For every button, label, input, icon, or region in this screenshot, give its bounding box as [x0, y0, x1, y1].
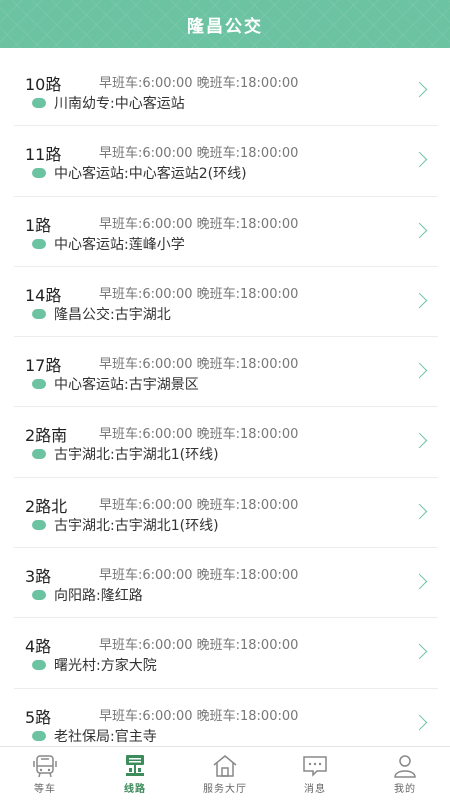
route-item-5[interactable]: 5路 早班车:6:00:00 晚班车:18:00:00 老社保局:官主寺 [14, 689, 438, 746]
route-stops-label: 中心客运站:莲峰小学 [54, 236, 185, 253]
route-stops-label: 中心客运站:中心客运站2(环线) [54, 166, 247, 183]
route-dot-icon [32, 519, 46, 530]
route-item-4[interactable]: 4路 早班车:6:00:00 晚班车:18:00:00 曙光村:方家大院 [14, 618, 438, 689]
tab-label: 等车 [34, 784, 56, 795]
tab-label: 我的 [394, 784, 416, 795]
route-dot-icon [32, 238, 46, 249]
route-name: 4路 [25, 637, 52, 657]
route-dot-icon [32, 98, 46, 108]
route-item-17[interactable]: 17路 早班车:6:00:00 晚班车:18:00:00 中心客运站:古宇湖景区 [14, 337, 438, 408]
chevron-right-icon [411, 292, 428, 309]
route-times: 早班车:6:00:00 晚班车:18:00:00 [99, 497, 299, 513]
tab-messages[interactable]: 消息 [270, 747, 360, 801]
route-stops-label: 古宇湖北:古宇湖北1(环线) [54, 517, 219, 534]
route-dot-icon [32, 308, 46, 319]
route-dot-icon [32, 379, 46, 390]
route-stops: 曙光村:方家大院 [32, 655, 157, 675]
route-item-1[interactable]: 1路 早班车:6:00:00 晚班车:18:00:00 中心客运站:莲峰小学 [14, 197, 438, 267]
route-stops: 隆昌公交:古宇湖北 [32, 304, 171, 324]
route-times: 早班车:6:00:00 晚班车:18:00:00 [99, 216, 299, 232]
route-times: 早班车:6:00:00 晚班车:18:00:00 [99, 427, 299, 443]
route-times: 早班车:6:00:00 晚班车:18:00:00 [99, 568, 299, 584]
route-stops-label: 向阳路:隆红路 [54, 588, 143, 605]
route-times: 早班车:6:00:00 晚班车:18:00:00 [99, 76, 299, 91]
route-times: 早班车:6:00:00 晚班车:18:00:00 [99, 146, 299, 162]
bottom-tab-bar: 等车 线路 服务大厅 消息 我的 [0, 746, 450, 801]
route-name: 1路 [25, 215, 52, 235]
route-stops: 川南幼专:中心客运站 [32, 93, 185, 113]
route-dot-icon [32, 449, 46, 460]
route-name: 5路 [25, 707, 52, 727]
route-stops-label: 曙光村:方家大院 [54, 658, 157, 675]
tab-routes[interactable]: 线路 [90, 747, 180, 801]
route-stops-label: 川南幼专:中心客运站 [54, 96, 185, 112]
message-icon [303, 756, 327, 777]
route-stops-label: 中心客运站:古宇湖景区 [54, 377, 199, 394]
route-name: 17路 [25, 356, 62, 376]
route-stops: 中心客运站:古宇湖景区 [32, 374, 199, 394]
home-icon [213, 755, 237, 777]
route-dot-icon [32, 660, 46, 671]
chevron-right-icon [411, 714, 428, 730]
route-stops: 向阳路:隆红路 [32, 585, 143, 605]
route-stops: 古宇湖北:古宇湖北1(环线) [32, 444, 219, 464]
route-name: 14路 [25, 285, 62, 305]
route-stops: 老社保局:官主寺 [32, 726, 157, 746]
route-name: 10路 [25, 75, 62, 94]
route-stops: 中心客运站:莲峰小学 [32, 234, 185, 254]
chevron-right-icon [411, 644, 428, 660]
route-icon [126, 755, 144, 776]
route-stops: 古宇湖北:古宇湖北1(环线) [32, 515, 219, 535]
page-title: 隆昌公交 [187, 16, 263, 37]
route-name: 2路北 [25, 496, 68, 516]
route-stops-label: 老社保局:官主寺 [54, 728, 157, 745]
route-name: 11路 [25, 145, 62, 165]
tab-label: 消息 [304, 784, 326, 795]
route-times: 早班车:6:00:00 晚班车:18:00:00 [99, 708, 299, 724]
route-times: 早班车:6:00:00 晚班车:18:00:00 [99, 286, 299, 302]
route-name: 3路 [25, 567, 52, 587]
chevron-right-icon [411, 503, 428, 520]
route-item-14[interactable]: 14路 早班车:6:00:00 晚班车:18:00:00 隆昌公交:古宇湖北 [14, 267, 438, 338]
route-item-2-north[interactable]: 2路北 早班车:6:00:00 晚班车:18:00:00 古宇湖北:古宇湖北1(… [14, 478, 438, 549]
chevron-right-icon [411, 222, 428, 238]
route-dot-icon [32, 168, 46, 179]
route-item-10[interactable]: 10路 早班车:6:00:00 晚班车:18:00:00 川南幼专:中心客运站 [14, 56, 438, 127]
chevron-right-icon [411, 362, 428, 379]
route-list[interactable]: 10路 早班车:6:00:00 晚班车:18:00:00 川南幼专:中心客运站 … [0, 56, 450, 746]
route-times: 早班车:6:00:00 晚班车:18:00:00 [99, 638, 299, 654]
chevron-right-icon [411, 573, 428, 590]
chevron-right-icon [411, 433, 428, 449]
route-times: 早班车:6:00:00 晚班车:18:00:00 [99, 357, 299, 373]
chevron-right-icon [411, 81, 428, 98]
route-item-2-south[interactable]: 2路南 早班车:6:00:00 晚班车:18:00:00 古宇湖北:古宇湖北1(… [14, 407, 438, 478]
person-icon [394, 755, 416, 778]
route-name: 2路南 [25, 426, 68, 446]
route-item-11[interactable]: 11路 早班车:6:00:00 晚班车:18:00:00 中心客运站:中心客运站… [14, 126, 438, 197]
bus-icon [33, 755, 57, 778]
tab-service-hall[interactable]: 服务大厅 [180, 747, 270, 801]
route-dot-icon [32, 590, 46, 601]
route-item-3[interactable]: 3路 早班车:6:00:00 晚班车:18:00:00 向阳路:隆红路 [14, 548, 438, 619]
tab-label: 服务大厅 [203, 784, 247, 795]
tab-waiting[interactable]: 等车 [0, 747, 90, 801]
app-header: 隆昌公交 [0, 0, 450, 48]
route-dot-icon [32, 730, 46, 741]
chevron-right-icon [411, 152, 428, 168]
route-stops-label: 古宇湖北:古宇湖北1(环线) [54, 447, 219, 464]
route-stops-label: 隆昌公交:古宇湖北 [54, 306, 171, 323]
tab-label: 线路 [124, 784, 146, 795]
tab-profile[interactable]: 我的 [360, 747, 450, 801]
route-stops: 中心客运站:中心客运站2(环线) [32, 163, 247, 183]
